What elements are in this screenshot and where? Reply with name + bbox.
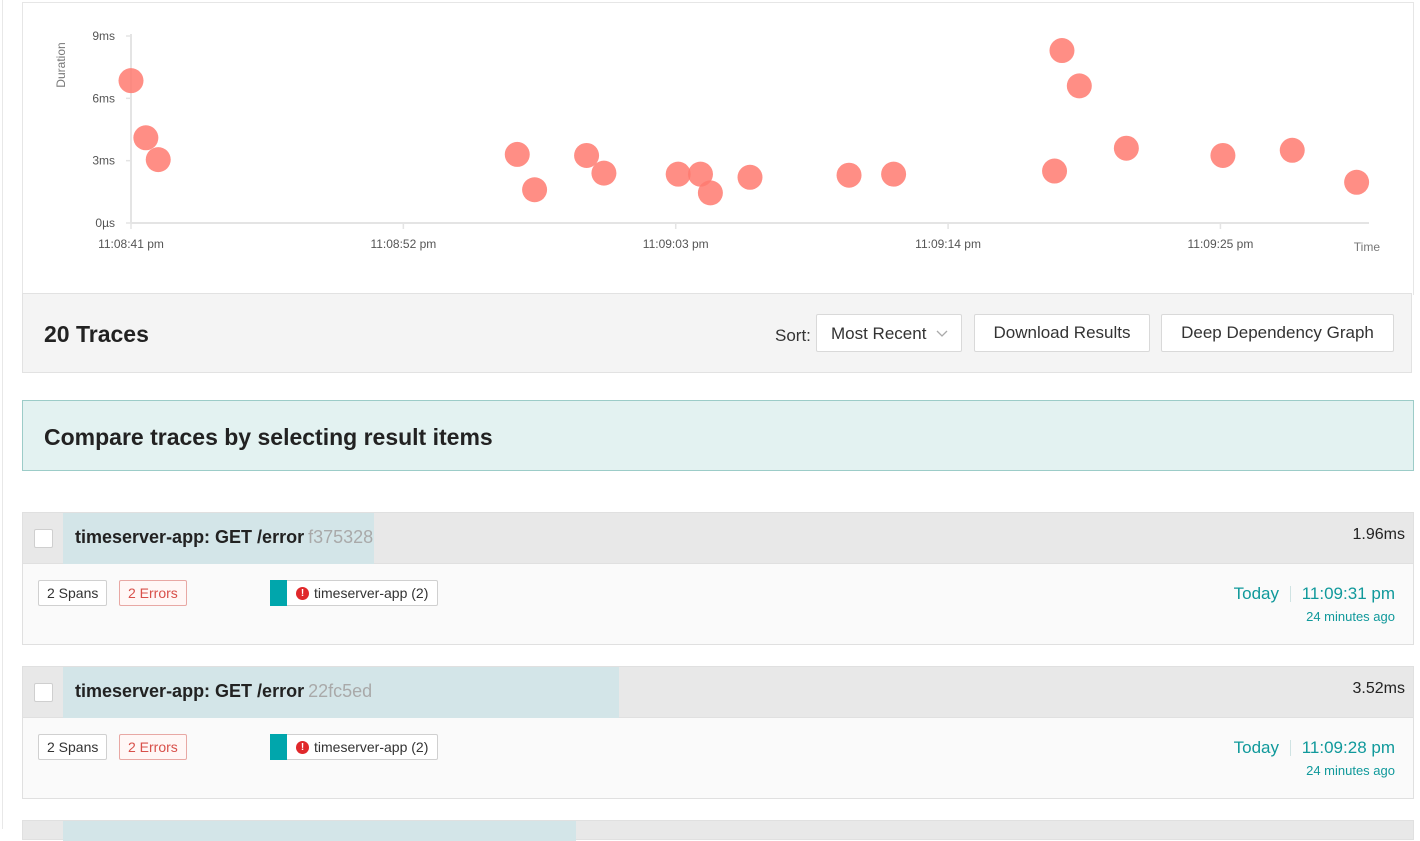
trace-result-header: timeserver-app: GET /error f375328 1.96ms (23, 513, 1413, 564)
trace-point (1042, 158, 1068, 184)
trace-start-time: 11:09:31 pm (1301, 584, 1395, 603)
trace-id: f375328 (308, 527, 374, 547)
exclamation-circle-icon: ! (296, 740, 309, 754)
x-tick-label: 11:09:03 pm (643, 237, 709, 251)
service-color-swatch (270, 734, 287, 760)
trace-start-time: 11:09:28 pm (1301, 738, 1395, 757)
trace-point (133, 125, 159, 151)
trace-point (504, 141, 530, 167)
trace-result-item[interactable]: timeserver-app: GET /error f375328 1.96ms… (22, 512, 1414, 645)
trace-point (591, 160, 617, 186)
trace-point (1066, 73, 1092, 99)
trace-relative-time: 24 minutes ago (1306, 763, 1395, 778)
trace-point (1279, 137, 1305, 163)
results-header: 20 Traces Sort: Most Recent Download Res… (22, 293, 1412, 373)
y-tick-label: 6ms (92, 91, 115, 105)
trace-title: timeserver-app: GET /error (75, 681, 305, 701)
time-separator (1290, 740, 1291, 756)
trace-point (1049, 38, 1075, 64)
trace-result-item[interactable]: timeserver-app: GET /error 22fc5ed 3.52ms… (22, 666, 1414, 799)
trace-point (665, 161, 691, 187)
sort-select-value: Most Recent (831, 324, 927, 343)
download-results-button[interactable]: Download Results (974, 314, 1150, 352)
trace-point (881, 161, 907, 187)
trace-select-checkbox[interactable] (34, 683, 53, 702)
service-name: timeserver-app (2) (314, 739, 429, 755)
y-axis-title: Duration (54, 42, 68, 87)
trace-duration: 1.96ms (1352, 526, 1405, 543)
trace-title-link[interactable]: timeserver-app: GET /error f375328 (75, 527, 373, 548)
trace-title: timeserver-app: GET /error (75, 527, 305, 547)
trace-point (145, 147, 171, 173)
time-separator (1290, 586, 1291, 602)
chevron-down-icon (935, 323, 949, 348)
service-tag: ! timeserver-app (2) (270, 580, 439, 606)
trace-title-link[interactable]: timeserver-app: GET /error 22fc5ed (75, 681, 372, 702)
trace-day: Today (1233, 738, 1279, 757)
service-color-swatch (270, 580, 287, 606)
trace-duration: 3.52ms (1352, 680, 1405, 697)
trace-point (1210, 142, 1236, 168)
trace-duration-bar (63, 821, 576, 841)
y-tick-label: 0µs (95, 216, 115, 230)
trace-relative-time: 24 minutes ago (1306, 609, 1395, 624)
x-tick-label: 11:08:52 pm (370, 237, 436, 251)
error-count-tag: 2 Errors (119, 734, 187, 760)
trace-point (118, 68, 144, 94)
trace-point (522, 177, 548, 203)
service-name: timeserver-app (2) (314, 585, 429, 601)
deep-dependency-graph-button[interactable]: Deep Dependency Graph (1161, 314, 1394, 352)
trace-select-checkbox[interactable] (34, 529, 53, 548)
sort-label: Sort: (775, 326, 811, 345)
compare-banner: Compare traces by selecting result items (22, 400, 1414, 471)
trace-point (836, 162, 862, 188)
service-tag: ! timeserver-app (2) (270, 734, 439, 760)
error-count-tag: 2 Errors (119, 580, 187, 606)
trace-point (737, 164, 763, 190)
x-tick-label: 11:08:41 pm (98, 237, 164, 251)
page-left-rule (2, 0, 3, 829)
trace-point (697, 180, 723, 206)
x-tick-label: 11:09:25 pm (1188, 237, 1254, 251)
x-tick-label: 11:09:14 pm (915, 237, 981, 251)
trace-scatter-plot: 0µs 3ms 6ms 9ms 11:08:41 pm 11:08:52 pm 11:09:… (22, 2, 1414, 295)
y-tick-label: 3ms (92, 154, 115, 168)
results-count: 20 Traces (44, 321, 149, 347)
y-tick-label: 9ms (92, 29, 115, 43)
trace-result-item[interactable] (22, 820, 1414, 841)
span-count-tag: 2 Spans (38, 734, 108, 760)
x-axis-title: Time (1354, 240, 1381, 254)
trace-point (1344, 169, 1370, 195)
trace-id: 22fc5ed (308, 681, 373, 701)
compare-banner-text: Compare traces by selecting result items (44, 424, 493, 450)
scatter-plot-svg: 0µs 3ms 6ms 9ms 11:08:41 pm 11:08:52 pm 11:09:… (54, 29, 1381, 254)
trace-point (1113, 135, 1139, 161)
trace-day: Today (1233, 584, 1279, 603)
sort-select[interactable]: Most Recent (816, 314, 962, 352)
span-count-tag: 2 Spans (38, 580, 108, 606)
trace-result-header: timeserver-app: GET /error 22fc5ed 3.52ms (23, 667, 1413, 718)
exclamation-circle-icon: ! (296, 586, 309, 600)
